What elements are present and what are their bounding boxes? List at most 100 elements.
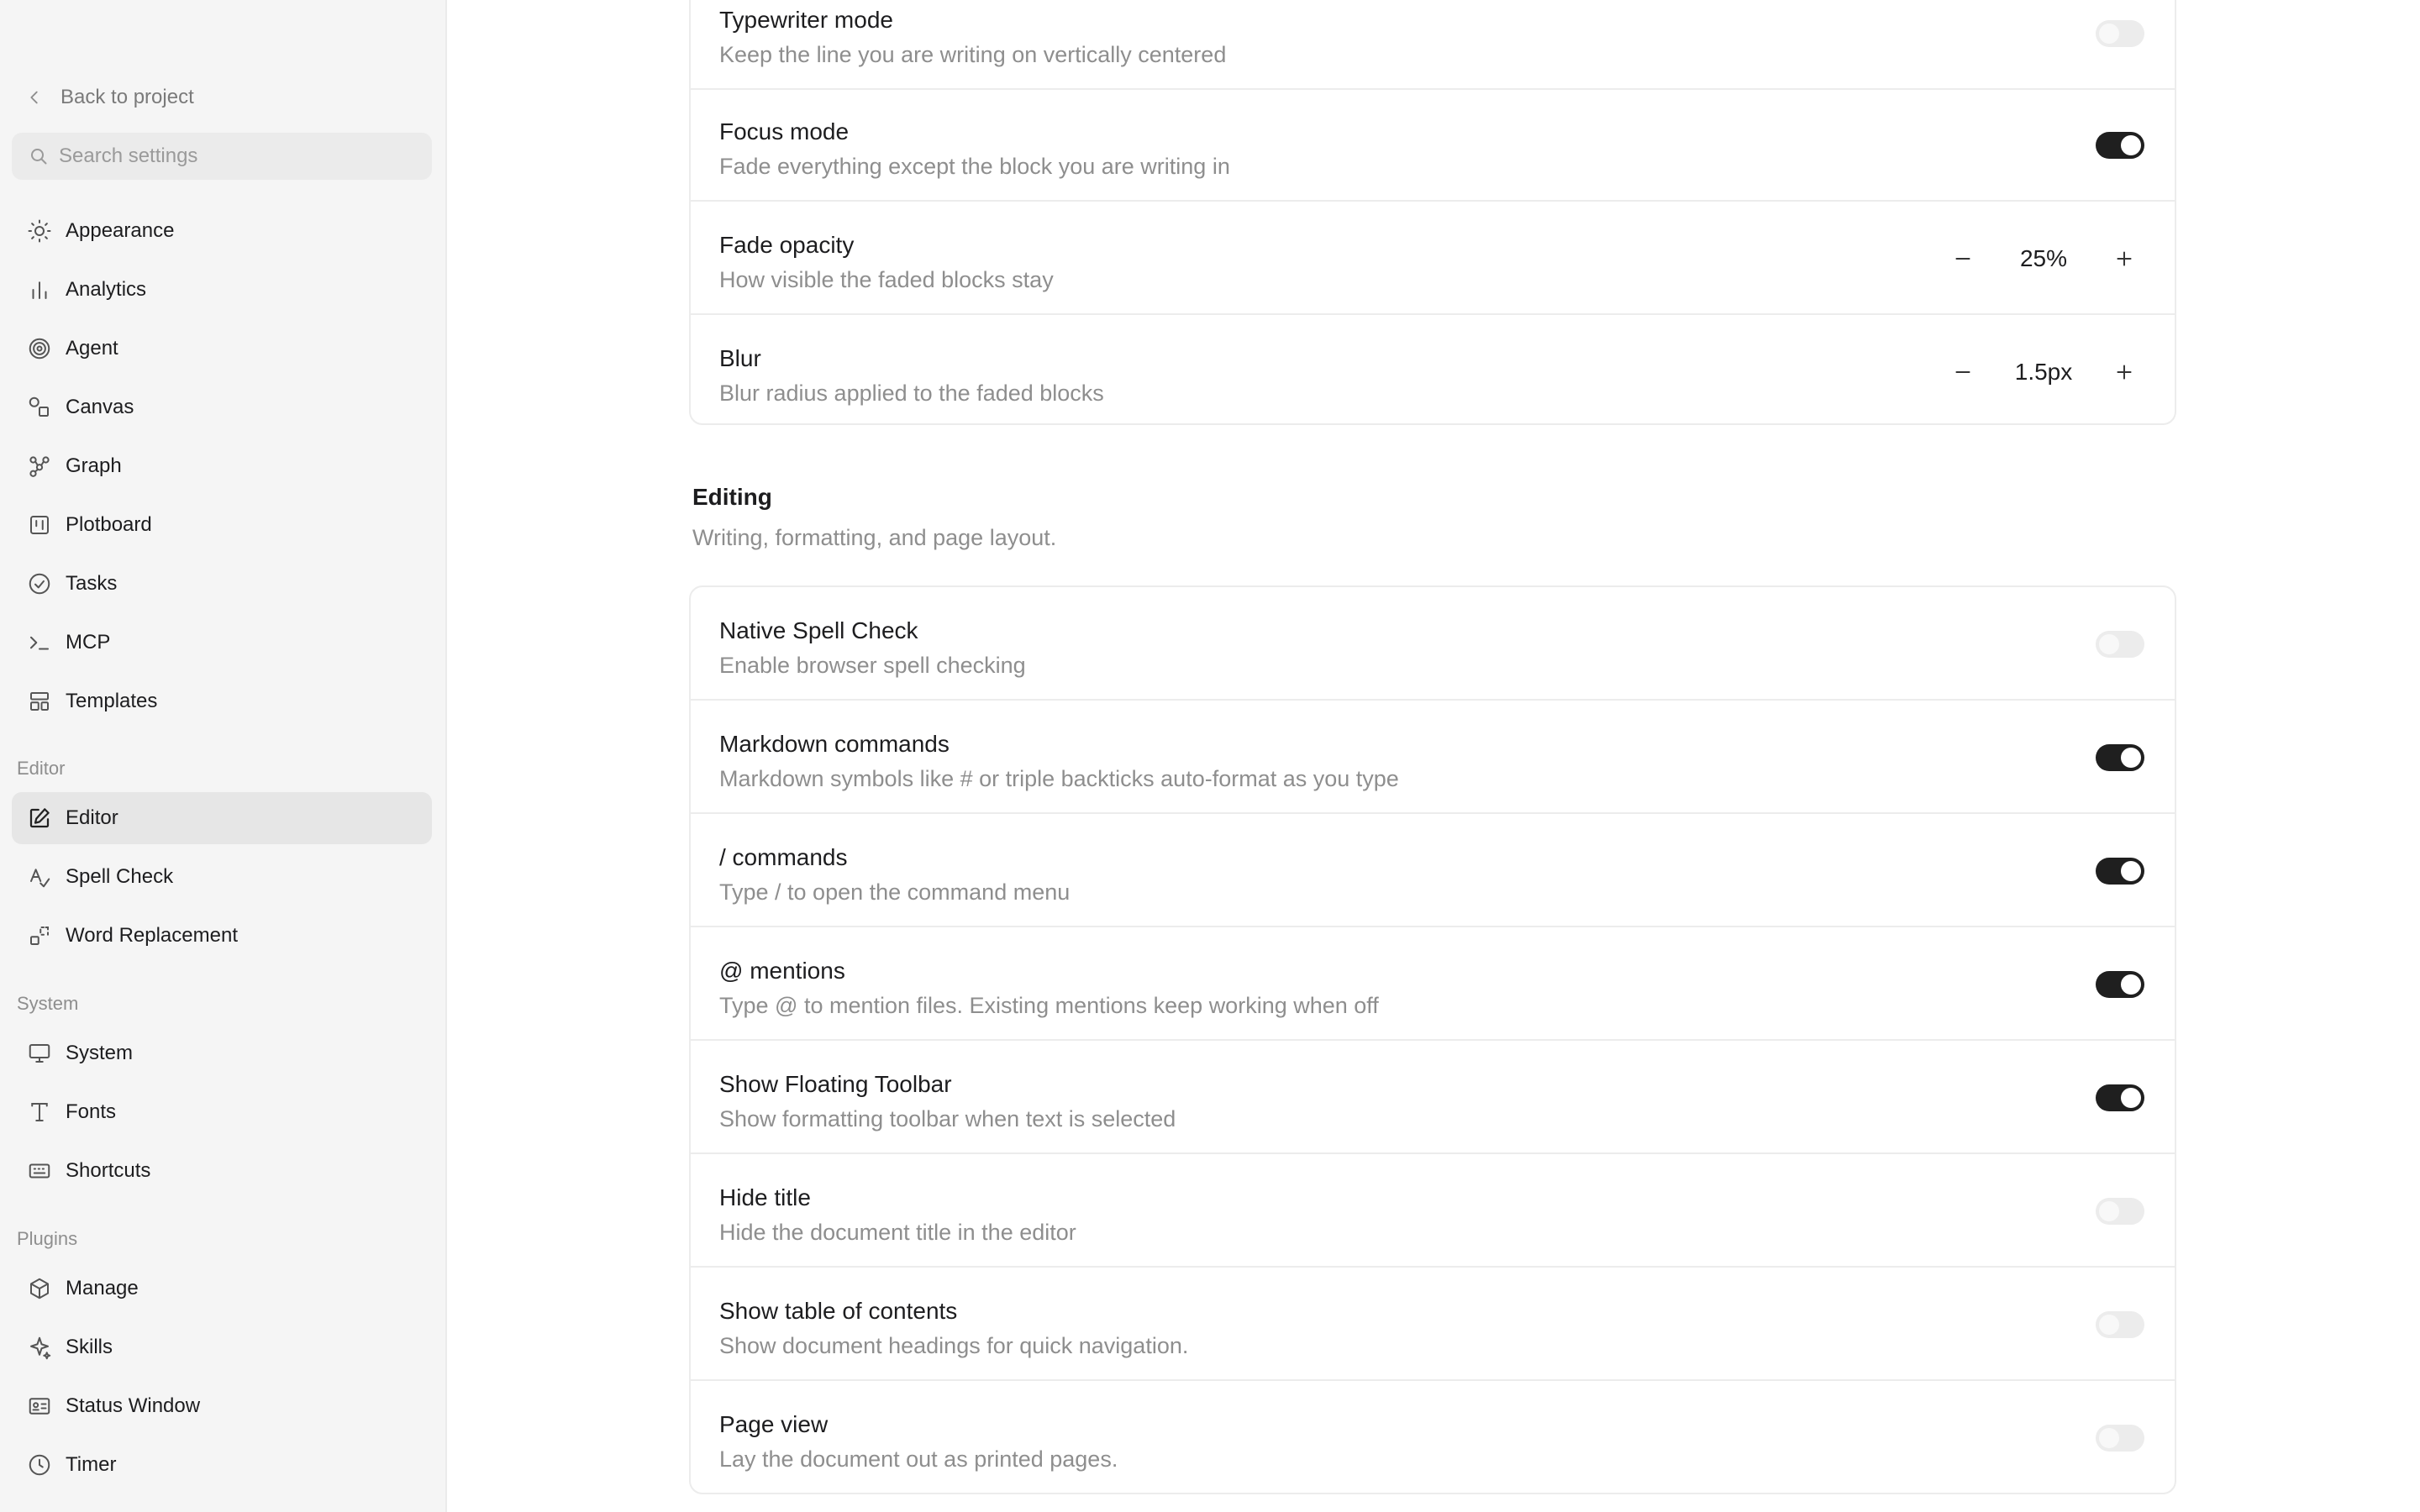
sidebar-item-system[interactable]: System: [12, 1027, 432, 1079]
setting-title: @ mentions: [719, 958, 845, 984]
sidebar-item-label: Tasks: [66, 572, 118, 595]
markdown-commands-toggle[interactable]: [2096, 744, 2144, 771]
sidebar-item-label: Timer: [66, 1453, 117, 1476]
sun-icon: [28, 219, 51, 243]
setting-title: Hide title: [719, 1184, 811, 1210]
bar-chart-icon: [32, 281, 47, 299]
sidebar-item-timer[interactable]: Timer: [12, 1439, 432, 1491]
shapes-icon: [29, 396, 49, 417]
typewriter-mode-toggle[interactable]: [2096, 20, 2144, 47]
sidebar-item-label: Templates: [66, 690, 158, 712]
setting-title: Show table of contents: [719, 1298, 958, 1324]
clock-icon: [29, 1454, 50, 1476]
sidebar-item-plotboard[interactable]: Plotboard: [12, 499, 432, 551]
sidebar-item-templates[interactable]: Templates: [12, 675, 432, 727]
section-title-editing: Editing: [692, 484, 772, 510]
back-label: Back to project: [60, 86, 194, 108]
sidebar-item-label: Status Window: [66, 1394, 201, 1417]
setting-description: Lay the document out as printed pages.: [719, 1446, 1118, 1472]
setting-title: Show Floating Toolbar: [719, 1071, 952, 1097]
table-of-contents-toggle[interactable]: [2096, 1311, 2144, 1338]
sidebar-item-mcp[interactable]: MCP: [12, 617, 432, 669]
id-card-icon: [29, 1398, 50, 1415]
search-icon: [31, 149, 47, 165]
spiral-icon: [29, 338, 50, 360]
setting-row-floating-toolbar: Show Floating Toolbar Show formatting to…: [691, 1041, 2175, 1154]
back-to-project-link[interactable]: Back to project: [25, 81, 194, 114]
search-box: [12, 133, 432, 180]
sidebar-item-skills[interactable]: Skills: [12, 1321, 432, 1373]
edit-icon: [29, 808, 50, 828]
sidebar-item-label: Fonts: [66, 1100, 117, 1123]
increment-button[interactable]: [2104, 352, 2144, 392]
sidebar-item-manage[interactable]: Manage: [12, 1263, 432, 1315]
section-description-editing: Writing, formatting, and page layout.: [692, 525, 1057, 550]
blur-value: 1.5px: [2014, 359, 2073, 385]
setting-title: Markdown commands: [719, 731, 950, 757]
sidebar-item-analytics[interactable]: Analytics: [12, 264, 432, 316]
native-spell-check-toggle[interactable]: [2096, 631, 2144, 658]
sidebar-item-label: Agent: [66, 337, 118, 360]
setting-row-fade-opacity: Fade opacity How visible the faded block…: [691, 202, 2175, 315]
sidebar-item-label: MCP: [66, 631, 111, 654]
plus-icon: [2117, 251, 2132, 266]
plus-icon: [2117, 365, 2132, 380]
search-input[interactable]: [59, 144, 412, 168]
terminal-icon: [30, 636, 49, 650]
sidebar-item-fonts[interactable]: Fonts: [12, 1086, 432, 1138]
group-label-plugins: Plugins: [17, 1228, 78, 1249]
sidebar-item-label: Editor: [66, 806, 118, 829]
setting-row-page-view: Page view Lay the document out as printe…: [691, 1381, 2175, 1493]
page-view-toggle[interactable]: [2096, 1425, 2144, 1452]
setting-description: Enable browser spell checking: [719, 653, 1026, 678]
setting-title: / commands: [719, 844, 848, 870]
sidebar-item-shortcuts[interactable]: Shortcuts: [12, 1145, 432, 1197]
sidebar-item-label: Shortcuts: [66, 1159, 151, 1182]
sidebar-item-spell-check[interactable]: Spell Check: [12, 851, 432, 903]
sidebar-item-label: System: [66, 1042, 134, 1064]
setting-description: Fade everything except the block you are…: [719, 154, 1230, 179]
sidebar-item-graph[interactable]: Graph: [12, 440, 432, 492]
setting-row-markdown-commands: Markdown commands Markdown symbols like …: [691, 701, 2175, 814]
setting-description: Markdown symbols like # or triple backti…: [719, 766, 1399, 791]
increment-button[interactable]: [2104, 239, 2144, 279]
sidebar-item-appearance[interactable]: Appearance: [12, 205, 432, 257]
chevron-left-icon: [30, 91, 38, 104]
minus-icon: [1955, 371, 1970, 373]
decrement-button[interactable]: [1943, 239, 1983, 279]
fade-opacity-value: 25%: [2019, 245, 2068, 271]
setting-description: Keep the line you are writing on vertica…: [719, 42, 1227, 67]
hide-title-toggle[interactable]: [2096, 1198, 2144, 1225]
sidebar-item-agent[interactable]: Agent: [12, 323, 432, 375]
setting-description: Blur radius applied to the faded blocks: [719, 381, 1104, 406]
sidebar-item-label: Graph: [66, 454, 122, 477]
sidebar-item-status-window[interactable]: Status Window: [12, 1380, 432, 1432]
decrement-button[interactable]: [1943, 352, 1983, 392]
focus-mode-toggle[interactable]: [2096, 132, 2144, 159]
type-icon: [31, 1103, 48, 1121]
floating-toolbar-toggle[interactable]: [2096, 1084, 2144, 1111]
setting-row-slash-commands: / commands Type / to open the command me…: [691, 814, 2175, 927]
sidebar-item-canvas[interactable]: Canvas: [12, 381, 432, 433]
sidebar-item-tasks[interactable]: Tasks: [12, 558, 432, 610]
sidebar-item-word-replacement[interactable]: Word Replacement: [12, 910, 432, 962]
sidebar-item-label: Spell Check: [66, 865, 174, 888]
settings-content: Typewriter mode Keep the line you are wr…: [449, 0, 2420, 1512]
mentions-toggle[interactable]: [2096, 971, 2144, 998]
check-circle-icon: [29, 573, 50, 595]
setting-row-hide-title: Hide title Hide the document title in th…: [691, 1154, 2175, 1268]
board-icon: [30, 516, 49, 534]
sidebar-item-label: Analytics: [66, 278, 147, 301]
setting-description: Show document headings for quick navigat…: [719, 1333, 1189, 1358]
sidebar-item-editor[interactable]: Editor: [12, 792, 432, 844]
group-label-editor: Editor: [17, 758, 66, 779]
setting-description: Hide the document title in the editor: [719, 1220, 1076, 1245]
settings-sidebar: Back to project Appearance Analytics Age…: [0, 0, 447, 1512]
spell-check-icon: [30, 869, 50, 888]
replace-icon: [30, 927, 49, 945]
keyboard-icon: [29, 1163, 50, 1179]
setting-row-table-of-contents: Show table of contents Show document hea…: [691, 1268, 2175, 1381]
sidebar-item-label: Appearance: [66, 219, 175, 242]
slash-commands-toggle[interactable]: [2096, 858, 2144, 885]
setting-row-typewriter-mode: Typewriter mode Keep the line you are wr…: [691, 0, 2175, 90]
